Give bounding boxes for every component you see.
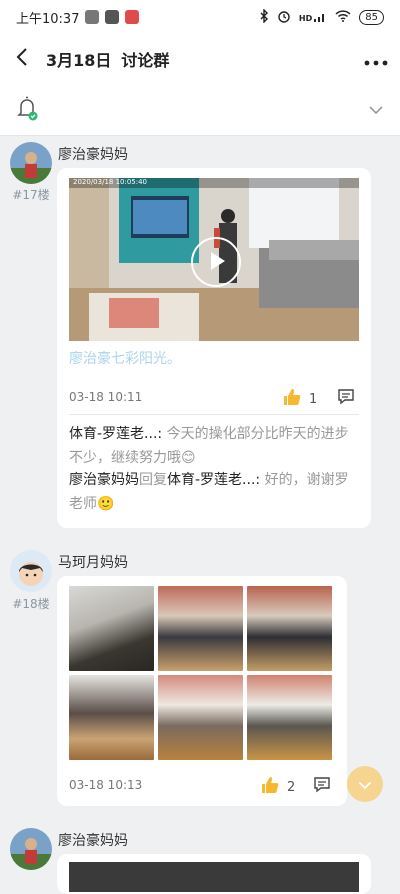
photo-thumbnail[interactable] (158, 586, 243, 671)
video-timestamp: 2020/03/18 10:05:40 (73, 178, 148, 186)
like-button[interactable]: 2 (261, 776, 295, 798)
page-title: 3月18日 讨论群 (46, 47, 169, 71)
signal-icon: HD (299, 11, 327, 23)
app-notification-icon (85, 10, 100, 24)
post-card: 2020/03/18 10:05:40 廖治豪七彩阳光。 03-18 10:11… (57, 168, 371, 528)
photo-grid (69, 586, 332, 760)
post-card (57, 854, 371, 894)
nav-bar: 3月18日 讨论群 (0, 34, 400, 84)
comment-icon[interactable] (313, 776, 331, 798)
wifi-icon (335, 9, 351, 25)
author-name: 廖治豪妈妈 (58, 147, 128, 163)
post-card: 03-18 10:13 2 (57, 576, 347, 806)
video-thumbnail[interactable]: 2020/03/18 10:05:40 (69, 178, 359, 341)
comment-author[interactable]: 廖治豪妈妈 (69, 472, 139, 488)
photo-thumbnail[interactable] (247, 586, 332, 671)
bell-icon[interactable] (16, 95, 40, 125)
chevron-down-icon (358, 775, 372, 794)
thumbs-up-icon (261, 776, 279, 798)
comment-item[interactable]: 廖治豪妈妈回复体育-罗莲老...: 好的，谢谢罗老师🙂 (69, 468, 359, 516)
status-bar: 上午10:37 HD 85 (0, 0, 400, 34)
floor-number: #17楼 (12, 188, 50, 202)
post-caption: 廖治豪七彩阳光。 (69, 351, 181, 367)
reply-target[interactable]: 体育-罗莲老... (167, 472, 255, 488)
photo-thumbnail[interactable] (247, 675, 332, 760)
post-time: 03-18 10:13 (69, 778, 143, 792)
photo-thumbnail[interactable] (158, 675, 243, 760)
avatar[interactable] (10, 828, 52, 870)
avatar[interactable] (10, 142, 52, 184)
bluetooth-icon (259, 7, 269, 26)
play-button[interactable] (191, 236, 241, 287)
post-time: 03-18 10:11 (69, 390, 143, 404)
author-name: 廖治豪妈妈 (58, 833, 128, 849)
reply-label: 回复 (139, 472, 167, 488)
page-date: 3月18日 (46, 51, 112, 70)
chevron-down-icon[interactable] (368, 100, 384, 119)
divider (69, 414, 359, 415)
photo-thumbnail[interactable] (69, 586, 154, 671)
thumbs-up-icon (283, 388, 301, 410)
comment-item[interactable]: 体育-罗莲老...: 今天的操化部分比昨天的进步不少，继续努力哦😊 (69, 422, 359, 470)
page-title-text: 讨论群 (121, 51, 170, 70)
avatar[interactable] (10, 550, 52, 592)
comment-icon[interactable] (337, 388, 355, 410)
like-count: 2 (287, 779, 296, 795)
back-arrow-icon[interactable] (12, 46, 34, 72)
more-options-icon[interactable] (364, 47, 388, 72)
alarm-icon (277, 9, 291, 26)
photo-thumbnail[interactable] (69, 675, 154, 760)
app-notification-icon (105, 10, 120, 24)
comment-author[interactable]: 体育-罗莲老... (69, 426, 157, 442)
floor-number: #18楼 (12, 597, 50, 611)
video-thumbnail[interactable] (69, 862, 359, 892)
author-name: 马珂月妈妈 (58, 555, 128, 571)
battery-indicator: 85 (359, 9, 384, 25)
app-notification-icon (125, 10, 140, 24)
notice-bar[interactable] (0, 84, 400, 136)
scroll-down-button[interactable] (347, 766, 383, 802)
like-count: 1 (309, 391, 318, 407)
like-button[interactable]: 1 (283, 388, 317, 410)
status-time: 上午10:37 (16, 11, 80, 27)
